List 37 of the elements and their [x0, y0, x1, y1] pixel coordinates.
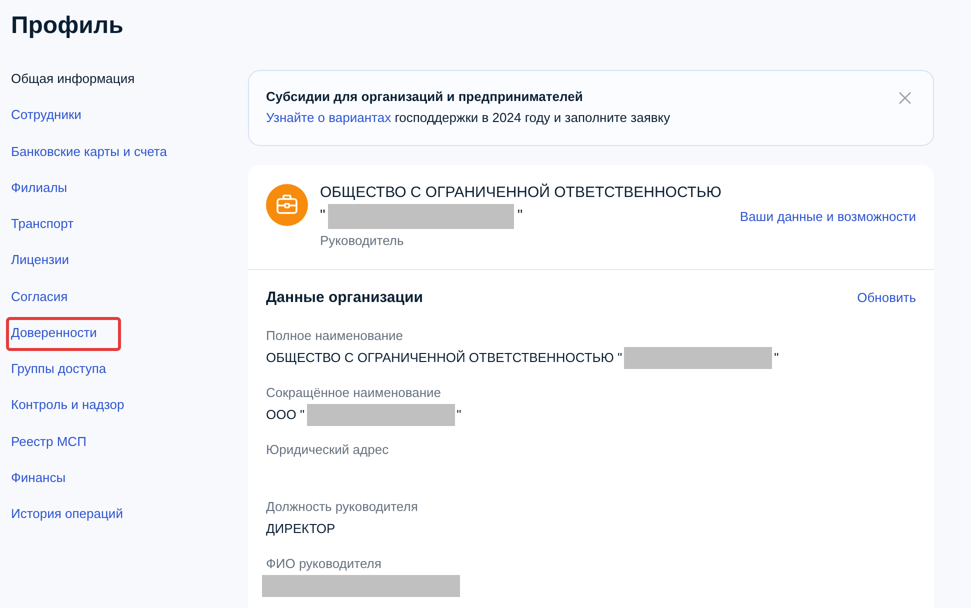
page-title: Профиль [11, 11, 124, 41]
sidebar-item[interactable]: Согласия [11, 286, 68, 306]
banner-text: Узнайте о вариантах господдержки в 2024 году и заполните заявку [266, 109, 670, 127]
sidebar-item[interactable]: Общая информация [11, 69, 135, 89]
org-name: ОБЩЕСТВО С ОГРАНИЧЕННОЙ ОТВЕТСТВЕННОСТЬЮ [320, 183, 722, 203]
sidebar-item[interactable]: Лицензии [11, 250, 69, 270]
sidebar-item[interactable]: Сотрудники [11, 105, 82, 126]
field-label: Сокращённое наименование [266, 384, 442, 402]
field-value: ДИРЕКТОР [266, 520, 336, 538]
field-label: Должность руководителя [266, 498, 418, 516]
briefcase-icon [266, 184, 308, 226]
sidebar-item[interactable]: Группы доступа [11, 359, 106, 379]
refresh-link[interactable]: Обновить [857, 288, 916, 308]
close-icon [899, 92, 911, 104]
sidebar-item[interactable]: История операций [11, 504, 123, 524]
role-text: Руководитель [320, 232, 404, 250]
org-name: " [517, 206, 523, 226]
field-value: ОБЩЕСТВО С ОГРАНИЧЕННОЙ ОТВЕТСТВЕННОСТЬЮ " [266, 349, 622, 367]
banner-link[interactable]: Узнайте о вариантах [266, 110, 392, 125]
sidebar-item[interactable]: Контроль и надзор [11, 395, 124, 416]
sidebar-item[interactable]: Реестр МСП [11, 432, 86, 452]
sidebar-item[interactable]: Банковские карты и счета [11, 142, 167, 162]
field-label: ФИО руководителя [266, 555, 382, 573]
field-value: " [456, 406, 462, 424]
section-title: Данные организации [266, 288, 423, 308]
field-value: " [774, 349, 779, 367]
banner-title: Субсидии для организаций и предпринимателей [266, 88, 584, 106]
field-label: Юридический адрес [266, 441, 389, 459]
sidebar-item[interactable]: Транспорт [11, 214, 74, 234]
profile-link[interactable]: Ваши данные и возможности [740, 208, 916, 226]
org-name: " [320, 206, 326, 226]
sidebar-item[interactable]: Финансы [11, 468, 66, 488]
sidebar-item[interactable]: Доверенности [11, 322, 97, 343]
field-label: Полное наименование [266, 327, 404, 345]
field-value: ООО " [266, 406, 305, 424]
sidebar-item[interactable]: Филиалы [11, 178, 68, 198]
close-button[interactable] [899, 92, 911, 104]
